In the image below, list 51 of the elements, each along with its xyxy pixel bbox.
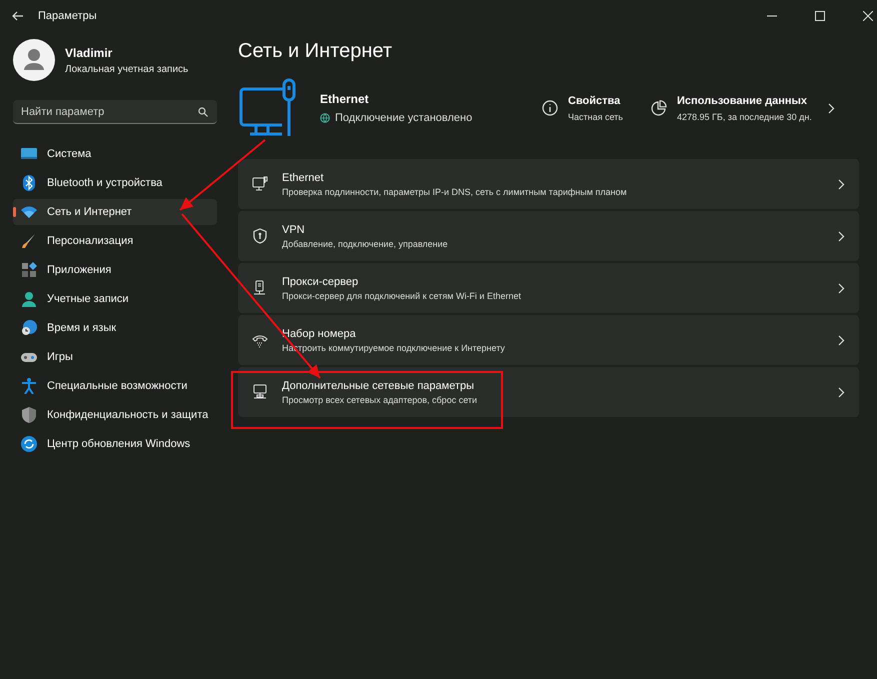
- properties-link[interactable]: Свойства Частная сеть: [542, 94, 623, 122]
- sidebar-item[interactable]: Персонализация: [13, 228, 217, 254]
- access-icon: [21, 378, 37, 394]
- globe-icon: [320, 113, 330, 123]
- sidebar-item[interactable]: Конфиденциальность и защита: [13, 402, 217, 428]
- sidebar-item[interactable]: Приложения: [13, 257, 217, 283]
- shield-icon: [252, 228, 268, 244]
- sidebar-item[interactable]: Система: [13, 141, 217, 167]
- sidebar-item[interactable]: Время и язык: [13, 315, 217, 341]
- chevron-icon: [838, 178, 845, 190]
- system-icon: [21, 146, 37, 162]
- shield-icon: [21, 407, 37, 423]
- connection-name: Ethernet: [320, 92, 370, 106]
- search-icon[interactable]: [198, 107, 208, 117]
- maximize-icon[interactable]: [815, 11, 825, 21]
- sidebar-item[interactable]: Bluetooth и устройства: [13, 170, 217, 196]
- page-title: Сеть и Интернет: [238, 40, 394, 63]
- server-icon: [252, 280, 268, 296]
- sidebar-item[interactable]: Учетные записи: [13, 286, 217, 312]
- settings-card[interactable]: Прокси-сервер Прокси-сервер для подключений к сетям Wi-Fi и Ethernet: [238, 263, 859, 313]
- chevron-icon: [838, 282, 845, 294]
- avatar: [13, 39, 55, 81]
- back-icon[interactable]: [12, 11, 24, 21]
- wifi-icon: [21, 204, 37, 220]
- connection-status: Подключение установлено: [335, 112, 472, 124]
- bluetooth-icon: [21, 175, 37, 191]
- info-icon: [542, 100, 558, 116]
- chevron-icon: [838, 386, 845, 398]
- globe-icon: [21, 320, 37, 336]
- window-title: Параметры: [38, 10, 97, 22]
- pie-chart-icon: [651, 100, 667, 116]
- chevron-icon: [828, 102, 835, 114]
- monitor-icon: [252, 176, 268, 192]
- sidebar-item[interactable]: Специальные возможности: [13, 373, 217, 399]
- sidebar-item[interactable]: Центр обновления Windows: [13, 431, 217, 457]
- update-icon: [21, 436, 37, 452]
- close-icon[interactable]: [863, 11, 873, 21]
- settings-card[interactable]: VPN Добавление, подключение, управление: [238, 211, 859, 261]
- person-icon: [21, 291, 37, 307]
- apps-icon: [21, 262, 37, 278]
- network-icon: [252, 384, 268, 400]
- settings-card[interactable]: Дополнительные сетевые параметры Просмотр всех сетевых адаптеров, сброс сети: [238, 367, 859, 417]
- search-field[interactable]: Найти параметр: [13, 100, 217, 124]
- sidebar-item[interactable]: Игры: [13, 344, 217, 370]
- account-name: Vladimir: [65, 46, 114, 60]
- chevron-icon: [838, 230, 845, 242]
- chevron-icon: [838, 334, 845, 346]
- data-usage-link[interactable]: Использование данных 4278.95 ГБ, за последние 30 дн.: [651, 94, 835, 122]
- settings-card[interactable]: Ethernet Проверка подлинности, параметры IP-и DNS, сеть с лимитным тарифным планом: [238, 159, 859, 209]
- account-type: Локальная учетная запись: [65, 64, 188, 74]
- sidebar-item[interactable]: Сеть и Интернет: [13, 199, 217, 225]
